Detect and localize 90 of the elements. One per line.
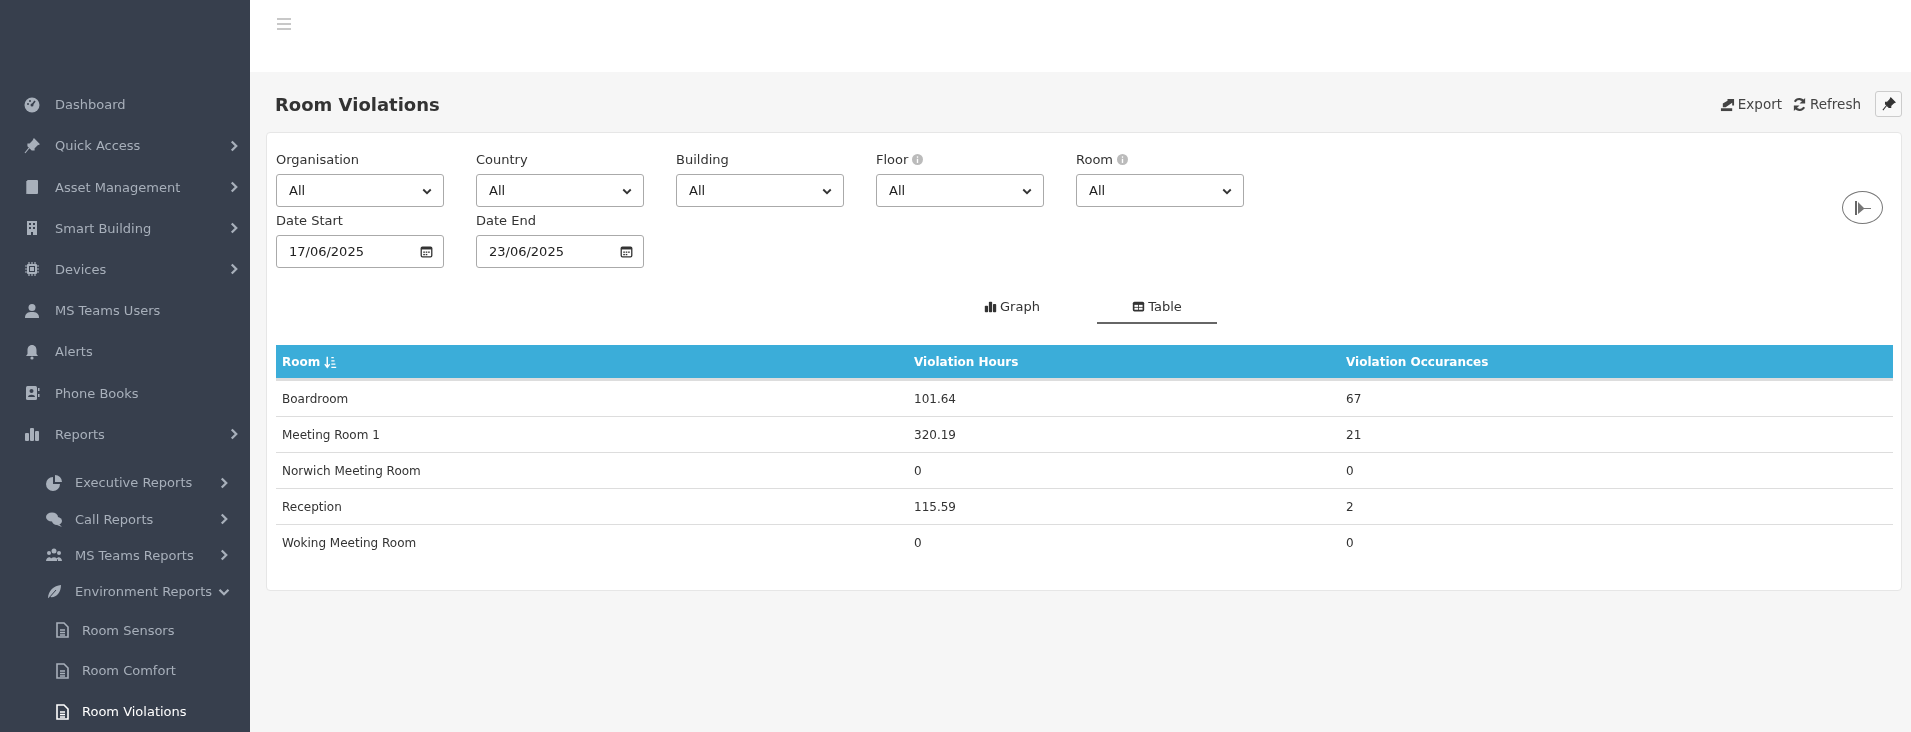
chevron-right-icon [228, 139, 240, 152]
sidebar-item[interactable]: Call Reports [0, 501, 250, 538]
table-cell: 0 [914, 535, 922, 550]
sidebar-item[interactable]: Quick Access [0, 125, 250, 167]
view-tab[interactable]: Table [1097, 290, 1217, 324]
table-cell: Reception [282, 499, 342, 514]
table-cell: 0 [1346, 463, 1354, 478]
field-label: Building [676, 151, 729, 167]
chat-bubbles-icon [46, 511, 62, 528]
play-flag-icon [1854, 200, 1871, 215]
bell-icon [24, 343, 40, 360]
field-label: Organisation [276, 151, 360, 167]
chevron-right-icon [218, 549, 230, 562]
sidebar-item[interactable]: Smart Building [0, 207, 250, 249]
field-label: Country [476, 151, 528, 167]
date-field[interactable]: 23/06/2025 [476, 235, 644, 268]
select-dropdown[interactable]: All [1076, 174, 1244, 207]
sidebar-item[interactable]: MS Teams Reports [0, 537, 250, 574]
table-cell: 21 [1346, 427, 1362, 442]
table-cell: 0 [914, 463, 922, 478]
bar-chart-icon [24, 426, 40, 443]
table-cell: 2 [1346, 499, 1354, 514]
date-field[interactable]: 17/06/2025 [276, 235, 444, 268]
run-button[interactable] [1842, 191, 1883, 224]
table-cell: Boardroom [282, 391, 349, 406]
chevron-right-icon [228, 222, 240, 235]
page-title: Room Violations [275, 93, 440, 115]
sidebar-item[interactable]: Dashboard [0, 84, 250, 126]
chevron-right-icon [228, 428, 240, 441]
pie-chart-icon [46, 474, 62, 491]
select-dropdown[interactable]: All [476, 174, 644, 207]
sidebar-item[interactable]: Asset Management [0, 166, 250, 208]
sidebar-item[interactable]: Devices [0, 248, 250, 290]
refresh-icon [1792, 96, 1807, 112]
document-icon [54, 662, 70, 679]
column-header[interactable]: Violation Hours [914, 354, 1019, 369]
table-cell: Meeting Room 1 [282, 427, 380, 442]
export-icon [1719, 96, 1735, 112]
action-button[interactable]: Export [1719, 96, 1782, 112]
table-cell: 320.19 [914, 427, 956, 442]
field-label: Date End [476, 212, 536, 228]
document-icon [54, 703, 70, 720]
column-header[interactable]: Room [282, 354, 321, 369]
chevron-right-icon [228, 181, 240, 193]
chevron-right-icon [218, 513, 230, 526]
leaf-icon [46, 583, 62, 600]
chip-icon [24, 261, 40, 278]
select-dropdown[interactable]: All [676, 174, 844, 207]
sidebar-item[interactable]: Environment Reports [0, 573, 250, 610]
building-icon [24, 220, 40, 237]
action-button[interactable]: Refresh [1792, 96, 1861, 112]
pin-icon [24, 137, 40, 154]
field-label: Room [1076, 151, 1114, 167]
table-cell: Woking Meeting Room [282, 535, 417, 550]
table-cell: 0 [1346, 535, 1354, 550]
table-cell: Norwich Meeting Room [282, 463, 421, 478]
sidebar-item[interactable]: Executive Reports [0, 464, 250, 502]
sidebar-item[interactable]: Alerts [0, 331, 250, 373]
pin-icon [1881, 97, 1896, 111]
people-icon [46, 547, 62, 564]
sidebar-item[interactable]: Phone Books [0, 372, 250, 414]
sidebar-item[interactable]: Room Sensors [0, 609, 250, 651]
view-tab[interactable]: Graph [952, 290, 1072, 324]
calendar-icon [620, 245, 633, 258]
contact-book-icon [24, 385, 40, 401]
column-header[interactable]: Violation Occurances [1346, 354, 1489, 369]
user-icon [24, 302, 40, 319]
table-icon [1132, 299, 1146, 313]
table-cell: 115.59 [914, 499, 956, 514]
field-label: Date Start [276, 212, 343, 228]
chevron-right-icon [218, 476, 230, 489]
select-dropdown[interactable]: All [276, 174, 444, 207]
calendar-icon [420, 245, 433, 258]
chevron-right-icon [228, 263, 240, 276]
select-dropdown[interactable]: All [876, 174, 1044, 207]
sidebar-item[interactable]: Room Violations [0, 691, 250, 732]
info-icon [1117, 153, 1129, 165]
sort-icon [324, 355, 338, 369]
bar-chart-icon [984, 299, 998, 313]
pin-button[interactable] [1875, 91, 1902, 117]
document-icon [54, 622, 70, 639]
book-icon [24, 179, 40, 195]
gauge-icon [24, 96, 40, 113]
table-cell: 101.64 [914, 391, 956, 406]
sidebar-item[interactable]: Room Comfort [0, 650, 250, 692]
table-cell: 67 [1346, 391, 1362, 406]
info-icon [912, 153, 924, 165]
sidebar-item[interactable]: MS Teams Users [0, 290, 250, 332]
field-label: Floor [876, 151, 909, 167]
sidebar-item[interactable]: Reports [0, 413, 250, 455]
